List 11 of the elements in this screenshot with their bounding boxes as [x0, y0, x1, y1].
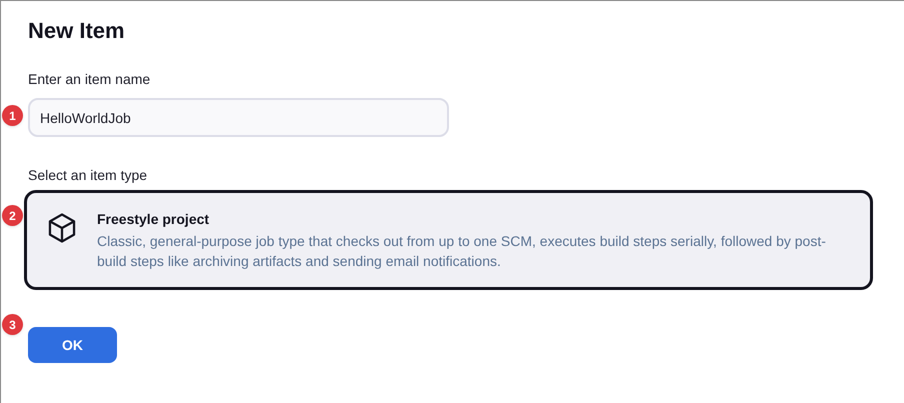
- step-number-badge: 1: [2, 105, 23, 126]
- item-name-field[interactable]: HelloWorldJob: [28, 98, 449, 137]
- item-type-description: Classic, general-purpose job type that checks out from up to one SCM, executes build steps serially, followed by post-build steps like archiving artifacts and sending email notifications.: [97, 232, 827, 271]
- page-title: New Item: [28, 17, 126, 45]
- section-label: Select an item type: [28, 166, 148, 185]
- item-type-option[interactable]: [24, 190, 873, 290]
- step-number-badge: 3: [2, 314, 23, 335]
- step-number-badge: 2: [2, 205, 23, 226]
- item-type-title: Freestyle project: [97, 210, 210, 229]
- ok-button[interactable]: OK: [28, 327, 117, 363]
- field-label: Enter an item name: [28, 70, 152, 89]
